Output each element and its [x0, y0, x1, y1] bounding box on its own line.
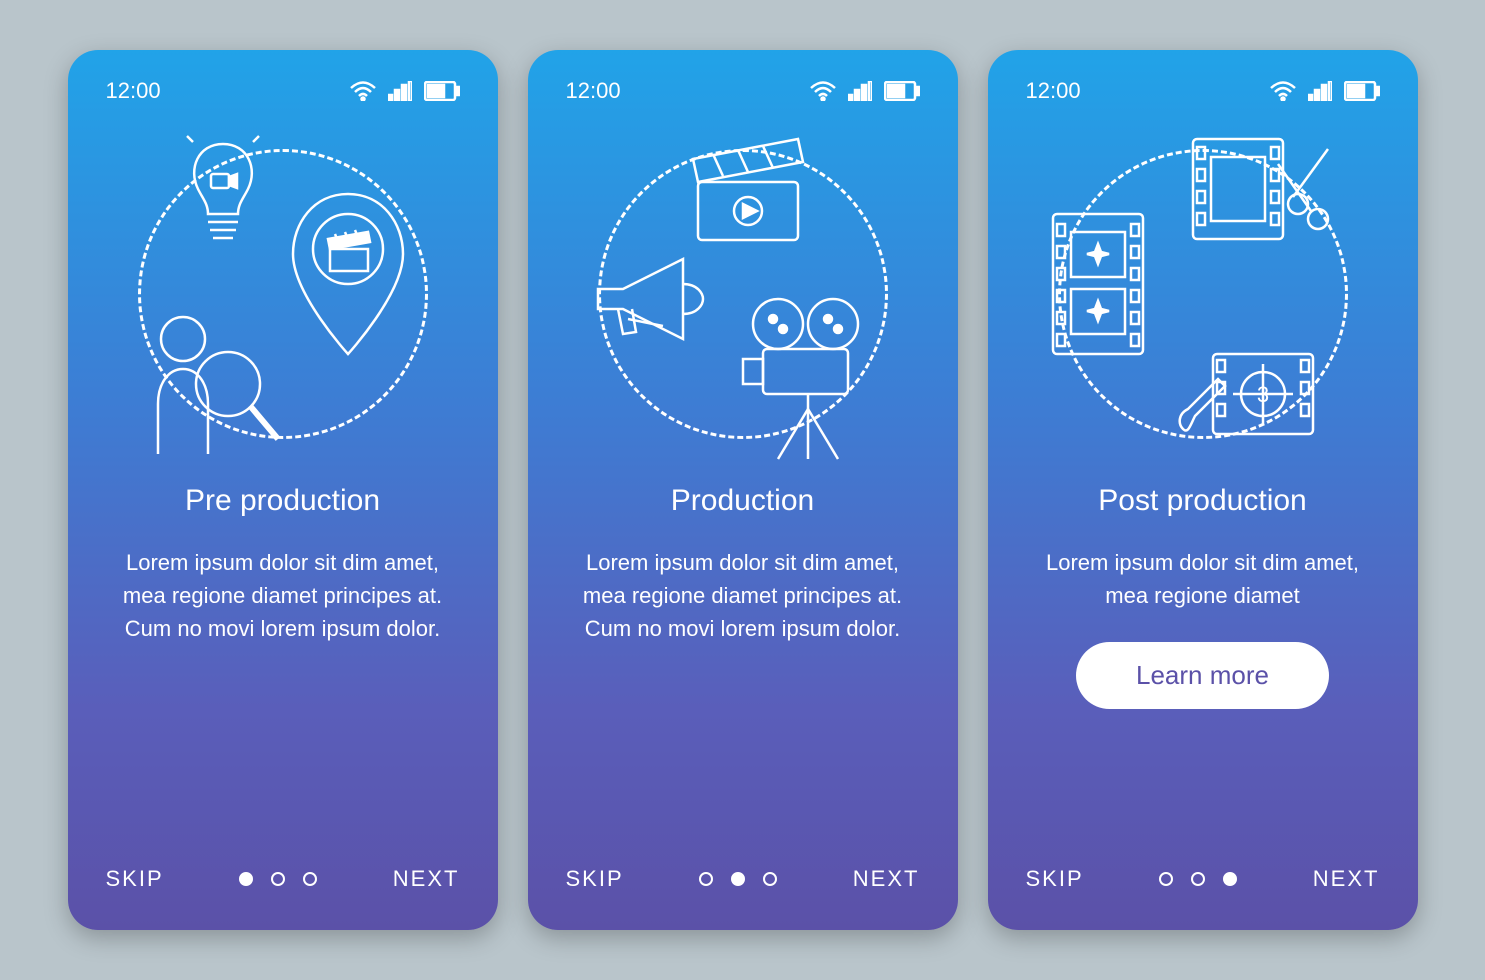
dot-3[interactable]: [763, 872, 777, 886]
film-strip-sparkle-icon: [1043, 204, 1153, 364]
page-dots: [1159, 872, 1237, 886]
location-pin-clapper-icon: [283, 184, 413, 364]
screen-body: Lorem ipsum dolor sit dim amet, mea regi…: [106, 546, 460, 645]
screen-body: Lorem ipsum dolor sit dim amet, mea regi…: [566, 546, 920, 645]
status-bar: 12:00: [106, 78, 460, 104]
learn-more-button[interactable]: Learn more: [1076, 642, 1329, 709]
nav-bar: SKIP NEXT: [566, 866, 920, 902]
signal-icon: [388, 81, 412, 101]
status-time: 12:00: [106, 78, 161, 104]
screen-title: Pre production: [106, 484, 460, 518]
nav-bar: SKIP NEXT: [1026, 866, 1380, 902]
dot-3[interactable]: [303, 872, 317, 886]
dot-2[interactable]: [271, 872, 285, 886]
dot-1[interactable]: [239, 872, 253, 886]
skip-button[interactable]: SKIP: [1026, 866, 1084, 892]
illustration-pre-production: [133, 144, 433, 444]
lightbulb-camera-icon: [173, 134, 273, 254]
person-magnifier-icon: [143, 304, 283, 454]
film-scissors-icon: [1183, 129, 1333, 259]
film-camera-icon: [733, 294, 883, 464]
skip-button[interactable]: SKIP: [566, 866, 624, 892]
battery-icon: [1344, 81, 1380, 101]
signal-icon: [1308, 81, 1332, 101]
wifi-icon: [810, 81, 836, 101]
screen-title: Post production: [1026, 484, 1380, 518]
next-button[interactable]: NEXT: [393, 866, 460, 892]
skip-button[interactable]: SKIP: [106, 866, 164, 892]
onboarding-screen-3: 12:00 3 Post production Lorem ipsum dolo…: [988, 50, 1418, 930]
wifi-icon: [1270, 81, 1296, 101]
nav-bar: SKIP NEXT: [106, 866, 460, 902]
status-time: 12:00: [1026, 78, 1081, 104]
status-icons: [810, 81, 920, 101]
dot-2[interactable]: [1191, 872, 1205, 886]
dot-3[interactable]: [1223, 872, 1237, 886]
next-button[interactable]: NEXT: [1313, 866, 1380, 892]
screen-body: Lorem ipsum dolor sit dim amet, mea regi…: [1026, 546, 1380, 612]
page-dots: [699, 872, 777, 886]
status-time: 12:00: [566, 78, 621, 104]
illustration-production: [593, 144, 893, 444]
next-button[interactable]: NEXT: [853, 866, 920, 892]
status-bar: 12:00: [566, 78, 920, 104]
film-countdown-brush-icon: 3: [1163, 334, 1323, 454]
status-icons: [350, 81, 460, 101]
status-bar: 12:00: [1026, 78, 1380, 104]
screen-title: Production: [566, 484, 920, 518]
battery-icon: [884, 81, 920, 101]
megaphone-icon: [588, 254, 718, 354]
dot-2[interactable]: [731, 872, 745, 886]
onboarding-screen-1: 12:00 Pre production Lorem ipsum dolor s…: [68, 50, 498, 930]
battery-icon: [424, 81, 460, 101]
onboarding-screen-2: 12:00 Production Lorem ipsum dolor sit d…: [528, 50, 958, 930]
wifi-icon: [350, 81, 376, 101]
status-icons: [1270, 81, 1380, 101]
dot-1[interactable]: [1159, 872, 1173, 886]
dot-1[interactable]: [699, 872, 713, 886]
page-dots: [239, 872, 317, 886]
clapperboard-icon: [683, 134, 813, 244]
illustration-post-production: 3: [1053, 144, 1353, 444]
signal-icon: [848, 81, 872, 101]
